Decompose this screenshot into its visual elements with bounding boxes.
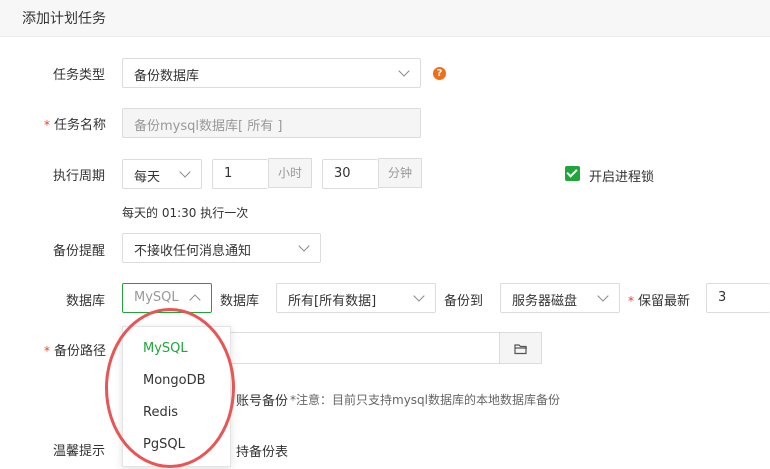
chevron-down-icon bbox=[298, 240, 310, 252]
folder-browse-button[interactable] bbox=[499, 332, 542, 364]
retain-input[interactable]: 3 bbox=[706, 283, 770, 313]
process-lock-label: 开启进程锁 bbox=[589, 170, 655, 185]
chevron-up-icon bbox=[189, 294, 201, 306]
account-backup-text: 账号备份 bbox=[236, 394, 289, 409]
frequency-select[interactable]: 每天 bbox=[122, 159, 202, 189]
task-type-label: 任务类型 bbox=[53, 68, 106, 83]
tips-label: 温馨提示 bbox=[53, 444, 106, 459]
backup-path-label: * 备份路径 bbox=[44, 340, 106, 359]
minute-unit: 分钟 bbox=[378, 158, 422, 188]
period-label: 执行周期 bbox=[53, 169, 106, 184]
backup-notify-label: 备份提醒 bbox=[53, 244, 106, 259]
period-summary: 每天的 01:30 执行一次 bbox=[122, 206, 249, 220]
database-label: 数据库 bbox=[66, 294, 106, 309]
backup-path-label-text: 备份路径 bbox=[54, 344, 107, 359]
task-name-label: * 任务名称 bbox=[44, 114, 106, 133]
dialog-header: 添加计划任务 bbox=[0, 0, 770, 37]
task-name-label-text: 任务名称 bbox=[54, 118, 107, 133]
db-type-value: MySQL bbox=[134, 290, 179, 305]
task-name-value: 备份mysql数据库[ 所有 ] bbox=[134, 119, 283, 134]
chevron-down-icon bbox=[398, 65, 410, 77]
required-mark: * bbox=[44, 118, 50, 132]
backup-notify-select[interactable]: 不接收任何消息通知 bbox=[122, 233, 321, 263]
dialog-title: 添加计划任务 bbox=[22, 11, 106, 27]
help-icon[interactable]: ? bbox=[433, 67, 446, 80]
chevron-down-icon bbox=[597, 290, 609, 302]
backup-notify-value: 不接收任何消息通知 bbox=[134, 244, 252, 259]
annotation-circle bbox=[105, 308, 235, 468]
chevron-down-icon bbox=[413, 290, 425, 302]
chevron-down-icon bbox=[179, 166, 191, 178]
required-mark: * bbox=[44, 344, 50, 358]
required-mark: * bbox=[628, 294, 634, 308]
db-name-label: 数据库 bbox=[220, 294, 260, 309]
frequency-value: 每天 bbox=[134, 170, 161, 185]
retain-value: 3 bbox=[718, 290, 727, 305]
hour-unit: 小时 bbox=[268, 158, 312, 188]
process-lock-checkbox[interactable] bbox=[565, 166, 580, 181]
minute-input[interactable]: 30 bbox=[322, 159, 378, 189]
db-name-select[interactable]: 所有[所有数据] bbox=[276, 283, 436, 313]
hour-input[interactable]: 1 bbox=[212, 159, 268, 189]
folder-icon bbox=[514, 344, 527, 355]
task-name-input[interactable]: 备份mysql数据库[ 所有 ] bbox=[122, 108, 421, 138]
db-name-value: 所有[所有数据] bbox=[288, 294, 377, 309]
backup-to-select[interactable]: 服务器磁盘 bbox=[500, 283, 620, 313]
task-type-select[interactable]: 备份数据库 bbox=[122, 58, 421, 88]
retain-label: * 保留最新 bbox=[628, 290, 690, 309]
mysql-notice: *注意：目前只支持mysql数据库的本地数据库备份 bbox=[290, 393, 560, 407]
task-type-value: 备份数据库 bbox=[134, 69, 200, 84]
hour-value: 1 bbox=[224, 166, 233, 181]
minute-value: 30 bbox=[334, 166, 351, 181]
backup-to-value: 服务器磁盘 bbox=[512, 294, 578, 309]
retain-label-text: 保留最新 bbox=[638, 294, 691, 309]
tips-text: 持备份表 bbox=[236, 445, 289, 460]
backup-to-label: 备份到 bbox=[444, 294, 484, 309]
